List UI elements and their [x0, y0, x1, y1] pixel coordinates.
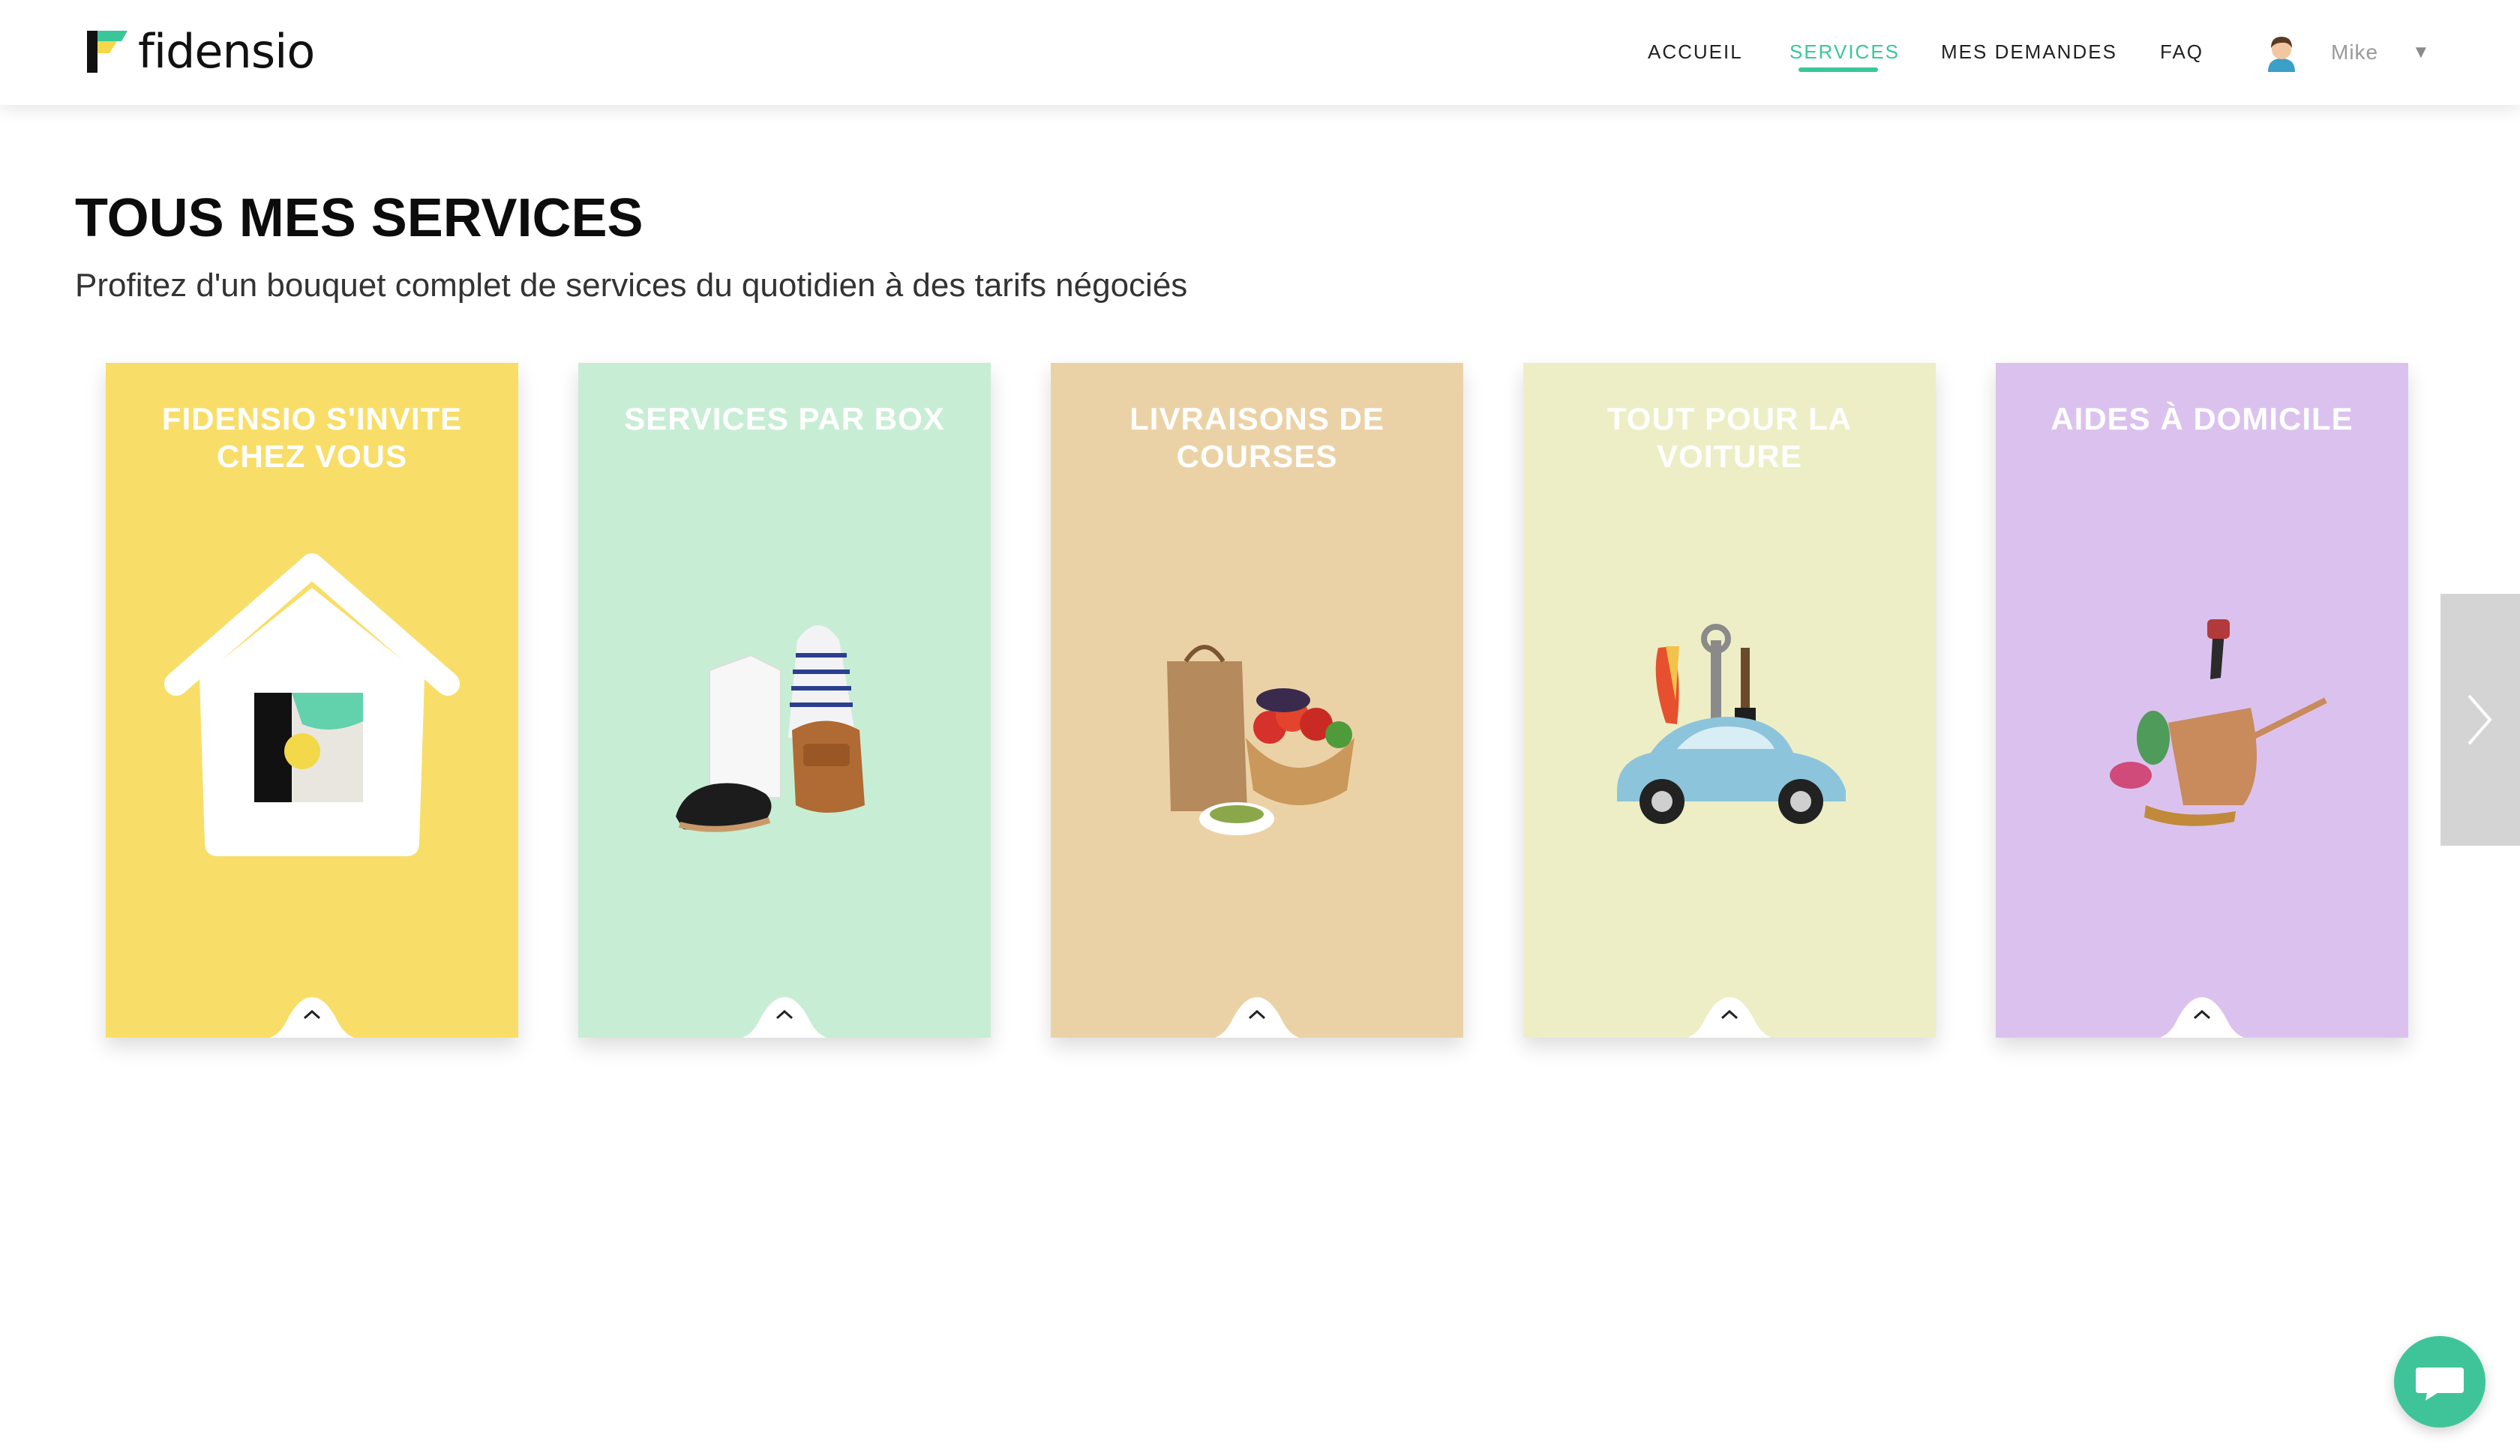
- top-navigation-bar: fidensio ACCUEIL SERVICES MES DEMANDES F…: [0, 0, 2520, 105]
- service-card-tout-pour-la-voiture[interactable]: TOUT POUR LA VOITURE: [1523, 363, 1936, 1038]
- chevron-up-icon: [1214, 997, 1300, 1038]
- service-card-fidensio-chez-vous[interactable]: FIDENSIO S'INVITE CHEZ VOUS: [106, 363, 518, 1038]
- service-card-aides-a-domicile[interactable]: AIDES À DOMICILE: [1996, 363, 2408, 1038]
- user-avatar-icon[interactable]: [2264, 33, 2300, 72]
- page-subtitle: Profitez d'un bouquet complet de service…: [75, 267, 1188, 304]
- brand-name: fidensio: [138, 24, 315, 79]
- chevron-right-icon: [2468, 694, 2492, 745]
- service-card-services-par-box[interactable]: SERVICES PAR BOX: [578, 363, 991, 1038]
- user-menu-caret-icon[interactable]: ▼: [2412, 42, 2430, 63]
- card-title: LIVRAISONS DE COURSES: [1130, 401, 1384, 474]
- card-title: FIDENSIO S'INVITE CHEZ VOUS: [161, 401, 463, 474]
- card-title: AIDES À DOMICILE: [2050, 401, 2354, 436]
- user-name[interactable]: Mike: [2331, 40, 2378, 64]
- house-logo-icon: [164, 553, 460, 856]
- chevron-up-icon: [1687, 997, 1772, 1038]
- page-title: TOUS MES SERVICES: [75, 188, 644, 248]
- chat-button[interactable]: [2394, 1336, 2486, 1428]
- chevron-up-icon: [2159, 997, 2245, 1038]
- nav-services[interactable]: SERVICES: [1790, 40, 1900, 64]
- carousel-next-button[interactable]: [2440, 594, 2520, 846]
- card-title: TOUT POUR LA VOITURE: [1606, 401, 1852, 474]
- card-expand-tab[interactable]: [1206, 991, 1308, 1038]
- card-expand-tab[interactable]: [1678, 991, 1780, 1038]
- nav-accueil[interactable]: ACCUEIL: [1648, 40, 1743, 64]
- grocery-basket-icon: [1167, 645, 1354, 835]
- service-card-livraisons-de-courses[interactable]: LIVRAISONS DE COURSES: [1051, 363, 1463, 1038]
- chevron-up-icon: [269, 997, 355, 1038]
- nav-mes-demandes[interactable]: MES DEMANDES: [1941, 40, 2117, 64]
- card-expand-tab[interactable]: [261, 991, 363, 1038]
- card-expand-tab[interactable]: [2151, 991, 2253, 1038]
- card-expand-tab[interactable]: [734, 991, 836, 1038]
- fidensio-logo-mark-icon: [87, 31, 128, 73]
- fidensio-logo[interactable]: fidensio: [87, 24, 315, 79]
- chevron-up-icon: [742, 997, 827, 1038]
- garden-tools-icon: [2110, 619, 2327, 826]
- clothes-shoes-bag-icon: [676, 625, 865, 832]
- car-tools-icon: [1617, 624, 1846, 824]
- card-title: SERVICES PAR BOX: [624, 401, 945, 436]
- active-nav-underline: [1798, 67, 1878, 72]
- nav-faq[interactable]: FAQ: [2160, 40, 2204, 64]
- chat-icon: [2416, 1368, 2464, 1401]
